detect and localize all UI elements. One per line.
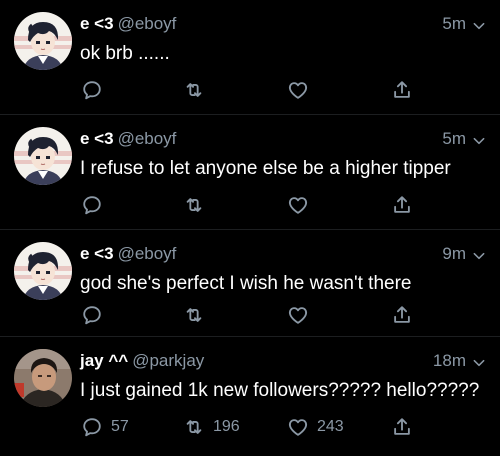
timestamp[interactable]: 5m — [442, 128, 466, 150]
chevron-down-icon[interactable] — [472, 17, 486, 31]
tweet-time: 18m — [433, 350, 486, 372]
retweet-button[interactable] — [183, 302, 213, 328]
like-count: 243 — [317, 418, 344, 435]
chevron-down-icon[interactable] — [472, 132, 486, 146]
reply-icon — [81, 304, 103, 326]
tweet[interactable]: e <3 @eboyf 5m ok brb ...... — [0, 0, 500, 115]
timestamp[interactable]: 9m — [442, 243, 466, 265]
tweet-text: god she's perfect I wish he wasn't there — [80, 273, 412, 294]
reply-button[interactable] — [81, 77, 111, 103]
tweet-actions — [0, 192, 500, 218]
display-name[interactable]: e <3 — [80, 14, 114, 33]
display-name[interactable]: e <3 — [80, 129, 114, 148]
photo-avatar-icon — [14, 349, 72, 407]
heart-icon — [287, 194, 309, 216]
anime-boy-avatar-icon — [14, 242, 72, 300]
share-button[interactable] — [391, 302, 413, 328]
like-button[interactable] — [287, 192, 317, 218]
tweet-text: I refuse to let anyone else be a higher … — [80, 158, 451, 179]
like-button[interactable] — [287, 302, 317, 328]
like-button[interactable]: 243 — [287, 414, 344, 440]
like-button[interactable] — [287, 77, 317, 103]
retweet-icon — [183, 416, 205, 438]
retweet-icon — [183, 79, 205, 101]
reply-count: 57 — [111, 418, 129, 435]
share-button[interactable] — [391, 414, 413, 440]
avatar[interactable] — [14, 12, 72, 70]
retweet-icon — [183, 194, 205, 216]
tweet-time: 5m — [442, 13, 486, 35]
tweet-text: ok brb ...... — [80, 43, 170, 64]
reply-icon — [81, 79, 103, 101]
retweet-icon — [183, 304, 205, 326]
display-name[interactable]: e <3 — [80, 244, 114, 263]
user-handle[interactable]: @parkjay — [132, 351, 204, 370]
heart-icon — [287, 79, 309, 101]
reply-icon — [81, 416, 103, 438]
share-icon — [391, 304, 413, 326]
avatar[interactable] — [14, 349, 72, 407]
share-icon — [391, 194, 413, 216]
tweet-actions: 57 196 243 — [0, 414, 500, 440]
reply-button[interactable] — [81, 302, 111, 328]
avatar[interactable] — [14, 127, 72, 185]
share-button[interactable] — [391, 192, 413, 218]
share-icon — [391, 416, 413, 438]
tweet-feed: e <3 @eboyf 5m ok brb ...... e <3 @eboyf… — [0, 0, 500, 456]
retweet-button[interactable] — [183, 192, 213, 218]
heart-icon — [287, 304, 309, 326]
share-icon — [391, 79, 413, 101]
tweet-text: I just gained 1k new followers????? hell… — [80, 380, 480, 401]
tweet-header: e <3 @eboyf — [80, 128, 176, 150]
retweet-count: 196 — [213, 418, 240, 435]
share-button[interactable] — [391, 77, 413, 103]
tweet-actions — [0, 302, 500, 328]
timestamp[interactable]: 18m — [433, 350, 466, 372]
tweet-time: 5m — [442, 128, 486, 150]
tweet-header: jay ^^ @parkjay — [80, 350, 204, 372]
reply-button[interactable] — [81, 192, 111, 218]
tweet[interactable]: e <3 @eboyf 9m god she's perfect I wish h… — [0, 230, 500, 337]
heart-icon — [287, 416, 309, 438]
display-name[interactable]: jay ^^ — [80, 351, 128, 370]
tweet[interactable]: jay ^^ @parkjay 18m I just gained 1k new … — [0, 337, 500, 456]
reply-button[interactable]: 57 — [81, 414, 129, 440]
reply-icon — [81, 194, 103, 216]
avatar[interactable] — [14, 242, 72, 300]
retweet-button[interactable]: 196 — [183, 414, 240, 440]
timestamp[interactable]: 5m — [442, 13, 466, 35]
chevron-down-icon[interactable] — [472, 354, 486, 368]
chevron-down-icon[interactable] — [472, 247, 486, 261]
user-handle[interactable]: @eboyf — [118, 129, 177, 148]
tweet-header: e <3 @eboyf — [80, 13, 176, 35]
anime-boy-avatar-icon — [14, 127, 72, 185]
tweet[interactable]: e <3 @eboyf 5m I refuse to let anyone els… — [0, 115, 500, 230]
user-handle[interactable]: @eboyf — [118, 244, 177, 263]
tweet-actions — [0, 77, 500, 103]
anime-boy-avatar-icon — [14, 12, 72, 70]
tweet-header: e <3 @eboyf — [80, 243, 176, 265]
user-handle[interactable]: @eboyf — [118, 14, 177, 33]
retweet-button[interactable] — [183, 77, 213, 103]
tweet-time: 9m — [442, 243, 486, 265]
